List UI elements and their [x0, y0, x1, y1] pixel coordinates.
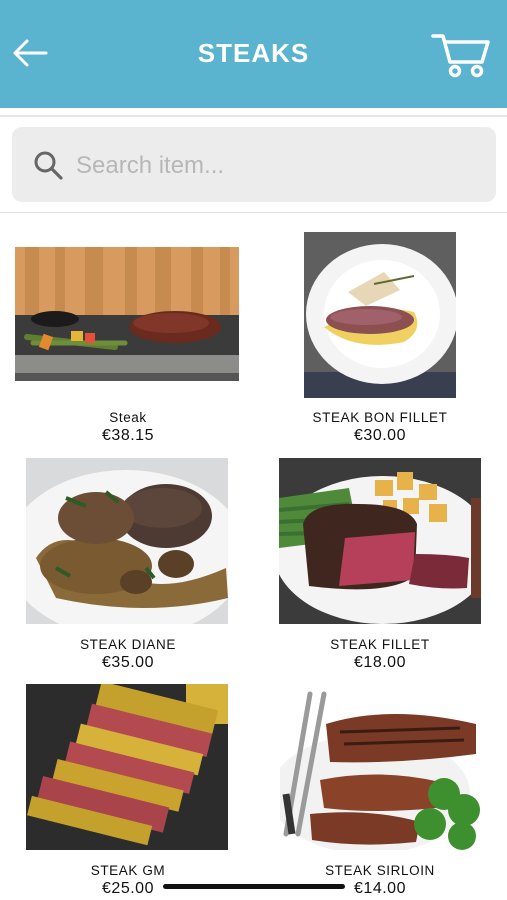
product-price: €25.00: [102, 880, 154, 897]
app-header: STEAKS: [0, 0, 507, 108]
product-image[interactable]: [304, 232, 456, 398]
product-image[interactable]: [26, 458, 228, 624]
product-image[interactable]: [26, 684, 228, 850]
shopping-cart-icon: [431, 34, 490, 78]
product-name: STEAK BON FILLET: [312, 410, 448, 425]
product-image[interactable]: [280, 684, 482, 850]
search-icon: [34, 151, 63, 180]
product-name: STEAK GM: [90, 863, 166, 878]
product-card[interactable]: STEAK BON FILLET €30.00: [264, 232, 496, 452]
product-card[interactable]: STEAK FILLET €18.00: [264, 458, 496, 676]
search-input[interactable]: [74, 145, 478, 187]
product-name: STEAK FILLET: [330, 637, 430, 652]
search-divider: [0, 212, 507, 213]
cart-button[interactable]: [430, 30, 492, 80]
product-price: €30.00: [354, 427, 406, 444]
product-price: €35.00: [102, 654, 154, 671]
product-price: €14.00: [354, 880, 406, 897]
product-card[interactable]: Steak €38.15: [12, 240, 244, 452]
header-divider: [0, 115, 507, 117]
product-name: STEAK SIRLOIN: [325, 863, 435, 878]
product-card[interactable]: STEAK DIANE €35.00: [12, 458, 244, 676]
product-card[interactable]: STEAK GM €25.00: [12, 684, 244, 900]
product-price: €18.00: [354, 654, 406, 671]
home-indicator[interactable]: [163, 884, 345, 889]
product-name: STEAK DIANE: [80, 637, 176, 652]
product-card[interactable]: STEAK SIRLOIN €14.00: [264, 684, 496, 900]
product-image[interactable]: [279, 458, 481, 624]
product-name: Steak: [109, 410, 147, 425]
product-price: €38.15: [102, 427, 154, 444]
search-bar[interactable]: [12, 127, 496, 202]
product-image[interactable]: [15, 247, 239, 381]
